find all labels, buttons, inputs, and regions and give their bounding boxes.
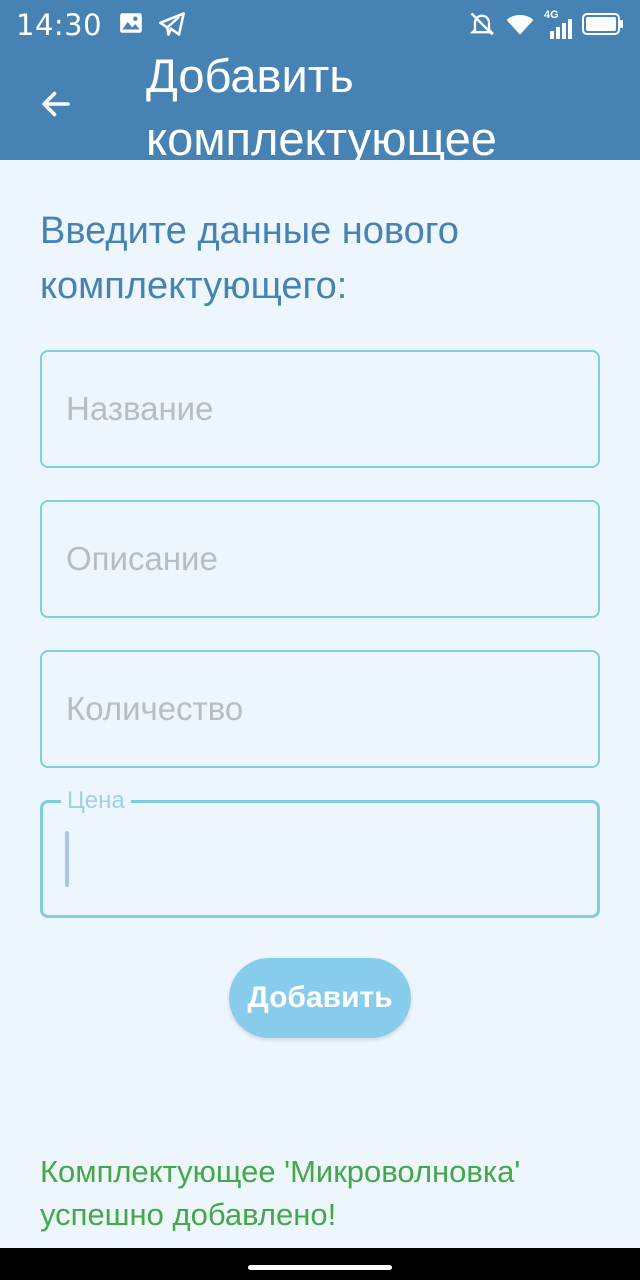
- battery-icon: [582, 12, 624, 41]
- navigation-bar: [0, 1248, 640, 1280]
- wifi-icon: [504, 10, 536, 43]
- home-indicator[interactable]: [248, 1265, 392, 1270]
- success-message: Комплектующее 'Микроволновка' успешно до…: [40, 1154, 521, 1232]
- status-bar: 14:30 4G: [0, 0, 640, 50]
- telegram-icon: [158, 10, 186, 43]
- quantity-field[interactable]: [40, 650, 600, 768]
- bell-muted-icon: [468, 10, 496, 43]
- price-field[interactable]: Цена: [40, 787, 600, 918]
- status-right-icons: 4G: [468, 9, 624, 43]
- status-time: 14:30: [16, 8, 103, 42]
- description-field[interactable]: [40, 500, 600, 618]
- status-left-icons: [118, 10, 186, 43]
- signal-4g-icon: 4G: [544, 9, 574, 41]
- app-bar: Добавить комплектующее: [0, 50, 640, 160]
- quantity-input[interactable]: [42, 652, 598, 766]
- form-prompt: Введите данные нового комплектующего:: [40, 210, 459, 307]
- back-button[interactable]: [28, 78, 84, 134]
- name-field[interactable]: [40, 350, 600, 468]
- name-input[interactable]: [42, 352, 598, 466]
- arrow-left-icon: [38, 86, 74, 127]
- page-title: Добавить комплектующее: [146, 50, 497, 160]
- description-input[interactable]: [42, 502, 598, 616]
- add-button[interactable]: Добавить: [229, 958, 411, 1038]
- image-icon: [118, 10, 144, 43]
- price-input[interactable]: [43, 803, 597, 915]
